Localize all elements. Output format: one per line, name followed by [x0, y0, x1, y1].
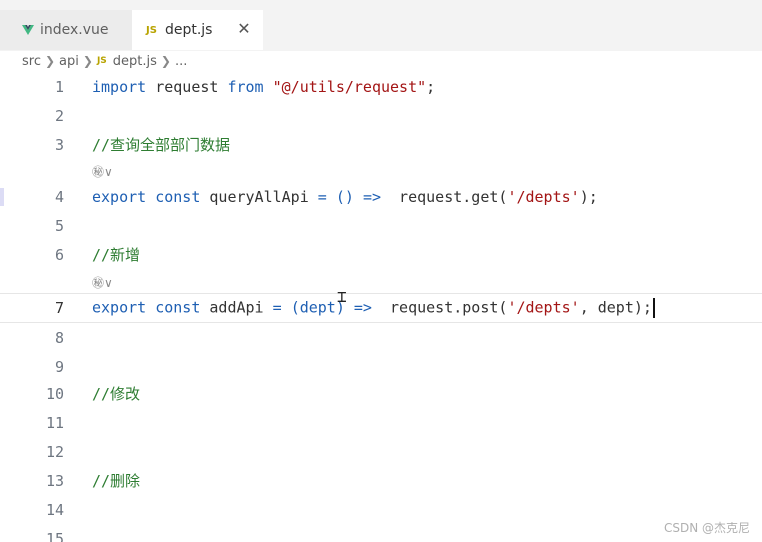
codelens-hint[interactable]: ㊙∨ — [92, 160, 113, 182]
token-string: '/depts' — [507, 298, 580, 317]
token-punct: , dept); — [579, 298, 652, 317]
line-number: 3 — [54, 135, 64, 154]
token-string: '/depts' — [507, 187, 580, 206]
token-keyword: from — [227, 77, 264, 96]
tab-label: dept.js — [164, 22, 213, 38]
codelens-hint[interactable]: ㊙∨ — [92, 271, 113, 293]
line-number: 2 — [54, 106, 64, 125]
mouse-ibeam-cursor-icon: ⌶ — [337, 287, 347, 306]
breadcrumb-trailing[interactable]: ... — [175, 54, 187, 69]
token-identifier: request — [146, 77, 228, 96]
token-keyword: export — [92, 187, 147, 206]
code-comment: //查询全部部门数据 — [92, 136, 231, 154]
code-line[interactable]: 2 — [0, 101, 762, 130]
breadcrumb: src ❯ api ❯ JS dept.js ❯ ... — [0, 50, 762, 72]
token-string: "@/utils/request" — [272, 77, 427, 96]
code-comment: //新增 — [92, 246, 141, 264]
token-keyword: const — [155, 298, 201, 317]
line-number: 6 — [54, 245, 64, 264]
breadcrumb-item-src[interactable]: src — [22, 54, 41, 69]
close-icon[interactable]: ✕ — [237, 21, 251, 37]
line-number: 11 — [45, 413, 64, 432]
line-content[interactable]: export const queryAllApi = () => request… — [92, 188, 598, 206]
code-line[interactable]: 14 — [0, 495, 762, 524]
token-arrow: => — [362, 187, 381, 206]
token-punct: ; — [426, 77, 436, 96]
code-line-active[interactable]: 7 export const addApi = (dept) => reques… — [0, 293, 762, 323]
code-comment: //修改 — [92, 385, 141, 403]
line-number: 4 — [54, 187, 64, 206]
tab-label: index.vue — [40, 22, 109, 38]
chevron-right-icon: ❯ — [160, 54, 171, 68]
line-number: 9 — [54, 357, 64, 376]
line-number: 10 — [45, 384, 64, 403]
code-line[interactable]: 11 — [0, 408, 762, 437]
token-identifier: addApi — [200, 298, 273, 317]
token-call: request.post( — [371, 298, 508, 317]
line-number: 13 — [45, 471, 64, 490]
window-top-strip — [0, 0, 762, 10]
token-punct: ); — [579, 187, 598, 206]
code-line[interactable]: 15 — [0, 524, 762, 542]
line-number: 14 — [45, 500, 64, 519]
code-line[interactable]: 4 export const queryAllApi = () => reque… — [0, 182, 762, 211]
line-number: 12 — [45, 442, 64, 461]
breadcrumb-item-api[interactable]: api — [59, 54, 79, 69]
code-editor[interactable]: 1 import request from "@/utils/request";… — [0, 72, 762, 542]
token-keyword: export — [92, 298, 147, 317]
token-operator: = — [272, 298, 282, 317]
token-keyword: import — [92, 77, 147, 96]
js-icon: JS — [96, 56, 107, 66]
line-content[interactable]: import request from "@/utils/request"; — [92, 78, 435, 96]
token-identifier: queryAllApi — [200, 187, 318, 206]
code-line[interactable]: 1 import request from "@/utils/request"; — [0, 72, 762, 101]
token-call: request.get( — [381, 187, 508, 206]
line-number: 8 — [54, 328, 64, 347]
code-line[interactable]: 12 — [0, 437, 762, 466]
token-arrow: => — [353, 298, 372, 317]
code-comment: //删除 — [92, 472, 141, 490]
chevron-right-icon: ❯ — [82, 54, 93, 68]
line-number: 1 — [54, 77, 64, 96]
code-line[interactable]: 3 //查询全部部门数据 — [0, 130, 762, 159]
tab-index-vue[interactable]: index.vue — [0, 10, 132, 50]
code-line[interactable]: 8 — [0, 323, 762, 352]
line-number: 15 — [45, 529, 64, 542]
line-content[interactable]: export const addApi = (dept) => request.… — [92, 298, 655, 318]
code-line[interactable]: 5 — [0, 211, 762, 240]
code-line[interactable]: 13 //删除 — [0, 466, 762, 495]
code-line[interactable]: 6 //新增 — [0, 240, 762, 269]
chevron-right-icon: ❯ — [44, 54, 56, 68]
watermark: CSDN @杰克尼 — [663, 521, 750, 535]
breadcrumb-item-file[interactable]: dept.js — [113, 54, 157, 69]
line-number: 7 — [54, 299, 64, 317]
vue-icon — [22, 25, 34, 35]
tab-bar: index.vue JS dept.js ✕ — [0, 10, 762, 51]
text-cursor — [652, 298, 655, 318]
code-line[interactable]: 9 — [0, 352, 762, 381]
token-keyword: const — [155, 187, 201, 206]
token-operator: = — [317, 187, 327, 206]
tab-dept-js[interactable]: JS dept.js ✕ — [132, 10, 263, 50]
token-args: () — [335, 187, 354, 206]
code-line[interactable]: 10 //修改 — [0, 379, 762, 408]
line-number: 5 — [54, 216, 64, 235]
js-icon: JS — [146, 24, 157, 36]
